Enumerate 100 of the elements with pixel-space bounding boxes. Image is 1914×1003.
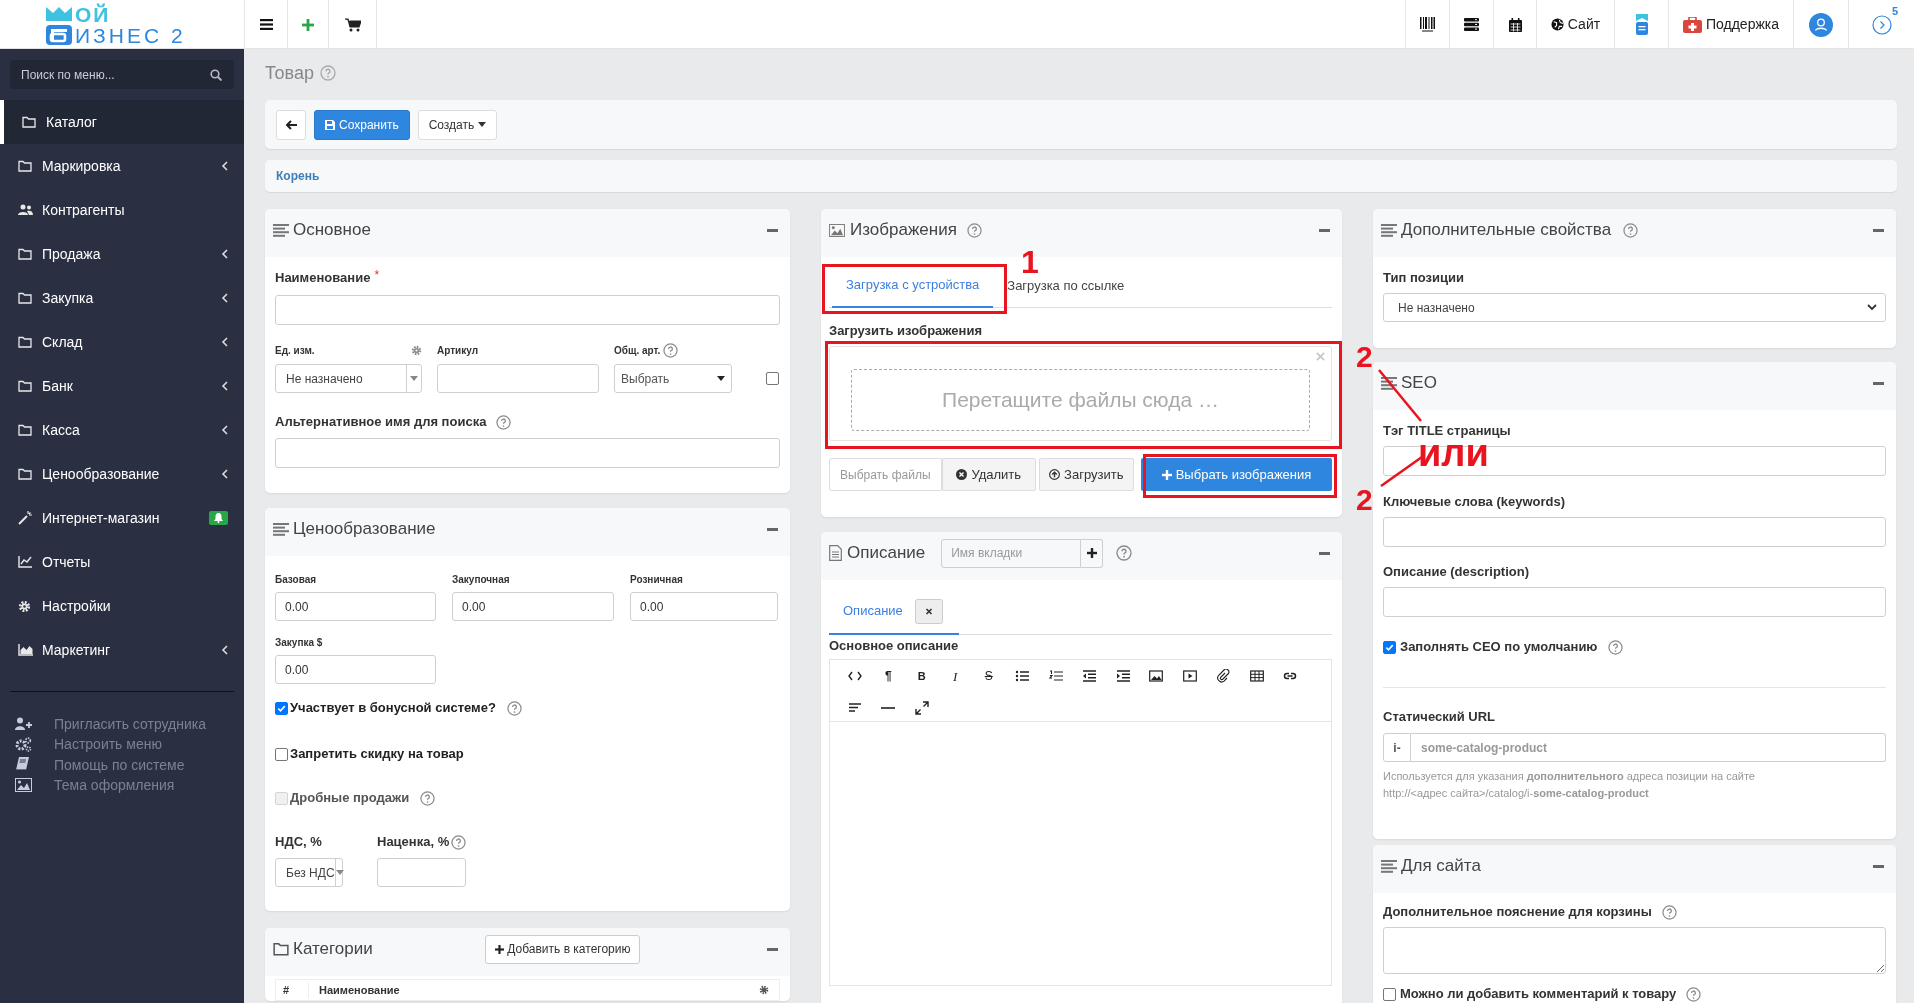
text-editor[interactable]: ¶ B I S xyxy=(829,659,1332,986)
help-icon[interactable] xyxy=(1661,904,1677,920)
bullet-list-icon[interactable] xyxy=(1015,669,1030,683)
help-icon[interactable] xyxy=(506,700,522,716)
cart-button[interactable] xyxy=(328,0,377,49)
help-icon[interactable] xyxy=(1623,222,1639,238)
add-tab-button[interactable] xyxy=(1081,538,1104,568)
barcode-icon xyxy=(1420,17,1435,32)
input-field[interactable] xyxy=(1383,517,1886,547)
input-field[interactable] xyxy=(437,364,599,393)
unit-dropdown[interactable]: Не назначено xyxy=(275,364,422,393)
paperclip-icon[interactable] xyxy=(1216,669,1231,683)
tab-name-field[interactable]: Имя вкладки xyxy=(941,538,1082,568)
image-icon[interactable] xyxy=(1149,669,1164,683)
help-icon[interactable] xyxy=(1686,986,1702,1002)
create-button[interactable]: Создать xyxy=(417,109,498,140)
help-icon[interactable] xyxy=(420,790,436,806)
url-prefix: i- xyxy=(1383,733,1411,762)
indent-icon[interactable] xyxy=(1115,669,1130,683)
checkbox[interactable] xyxy=(1383,987,1396,1001)
add-category-button[interactable]: Добавить в категорию xyxy=(485,934,641,964)
field-label: Тип позиции xyxy=(1383,269,1464,288)
sidebar-item[interactable]: Интернет-магазин xyxy=(0,496,244,540)
code-icon[interactable] xyxy=(847,669,862,683)
sidebar-item[interactable]: Касса xyxy=(0,408,244,452)
column-header: # xyxy=(282,982,291,998)
sidebar-item[interactable]: Склад xyxy=(0,320,244,364)
sidebar-item[interactable]: Настройки xyxy=(0,584,244,628)
folder-icon xyxy=(22,116,36,128)
vat-dropdown[interactable]: Без НДС xyxy=(275,858,343,887)
site-link[interactable]: Сайт xyxy=(1536,0,1614,49)
support-link[interactable]: Поддержка xyxy=(1668,0,1793,49)
sidebar-item[interactable]: Маркетинг xyxy=(0,628,244,672)
checkbox[interactable] xyxy=(275,701,288,715)
close-tab-icon[interactable] xyxy=(914,598,943,624)
input-field[interactable]: 0.00 xyxy=(275,592,436,621)
common-sku-dropdown[interactable]: Выбрать xyxy=(614,364,732,393)
input-field[interactable] xyxy=(275,295,780,325)
tab[interactable]: Загрузка с устройства xyxy=(832,264,994,308)
fullscreen-icon[interactable] xyxy=(914,701,929,715)
checkbox[interactable] xyxy=(766,372,779,385)
cart-note-field[interactable] xyxy=(1383,927,1886,974)
search-icon xyxy=(210,69,222,81)
input-field[interactable]: 0.00 xyxy=(630,592,778,621)
input-field[interactable] xyxy=(1383,446,1886,476)
url-field[interactable]: some-catalog-product xyxy=(1411,733,1886,762)
sidebar-item[interactable]: Банк xyxy=(0,364,244,408)
input-field[interactable] xyxy=(1383,587,1886,617)
tab[interactable]: Описание xyxy=(843,601,903,621)
input-field[interactable]: 0.00 xyxy=(275,655,436,684)
input-field[interactable] xyxy=(275,438,780,468)
sidebar-item[interactable]: Маркировка xyxy=(0,144,244,188)
format-button[interactable]: I xyxy=(953,669,958,683)
sidebar-item[interactable]: Контрагенты xyxy=(0,188,244,232)
field-label: Описание (description) xyxy=(1383,563,1529,582)
menu-icon xyxy=(259,19,273,30)
format-button[interactable]: ¶ xyxy=(884,670,892,682)
breadcrumb-link[interactable]: Корень xyxy=(276,167,320,185)
gear-icon[interactable] xyxy=(759,985,769,995)
panel-title: Ценообразование xyxy=(293,518,436,541)
format-button[interactable]: S xyxy=(984,670,993,682)
field-label: Общ. арт. xyxy=(614,343,661,358)
help-icon[interactable] xyxy=(1608,639,1624,655)
help-icon[interactable] xyxy=(966,222,982,238)
folder-icon xyxy=(18,424,32,436)
field-label: Артикул xyxy=(437,343,479,358)
help-icon[interactable] xyxy=(663,342,679,358)
outdent-icon[interactable] xyxy=(1082,669,1097,683)
upload-button[interactable]: Загрузить xyxy=(1038,458,1134,491)
delete-button[interactable]: Удалить xyxy=(942,458,1036,491)
input-field[interactable]: 0.00 xyxy=(452,592,614,621)
save-button[interactable]: Сохранить xyxy=(314,109,410,140)
align-left-icon[interactable] xyxy=(847,701,862,715)
menu-search-field[interactable]: Поиск по меню... xyxy=(10,60,234,89)
folder-icon xyxy=(18,160,32,172)
sidebar-item[interactable]: Ценообразование xyxy=(0,452,244,496)
notifications-button[interactable]: 5 xyxy=(1848,0,1914,49)
sidebar-item[interactable]: Продажа xyxy=(0,232,244,276)
format-button[interactable]: B xyxy=(917,670,926,682)
help-icon[interactable] xyxy=(451,834,467,850)
plus-icon xyxy=(302,18,314,31)
file-field[interactable]: Выбрать файлы xyxy=(829,458,942,491)
position-type-dropdown[interactable]: Не назначено xyxy=(1383,293,1886,322)
chevron-down-icon xyxy=(1867,304,1877,311)
list-icon xyxy=(273,223,289,237)
help-icon[interactable] xyxy=(496,414,512,430)
back-button[interactable] xyxy=(276,109,306,140)
numbered-list-icon[interactable] xyxy=(1048,669,1063,683)
gear-icon[interactable] xyxy=(411,344,422,356)
checkbox[interactable] xyxy=(275,747,288,761)
sidebar-item[interactable]: Каталог xyxy=(0,100,244,144)
field-label: Ключевые слова (keywords) xyxy=(1383,493,1566,512)
help-icon[interactable] xyxy=(1116,545,1133,561)
table-icon[interactable] xyxy=(1249,669,1264,683)
sidebar-item[interactable]: Закупка xyxy=(0,276,244,320)
input-field[interactable] xyxy=(377,858,466,887)
video-icon[interactable] xyxy=(1182,669,1197,683)
sidebar-item[interactable]: Отчеты xyxy=(0,540,244,584)
checkbox[interactable] xyxy=(1383,640,1396,654)
select-images-button[interactable]: Выбрать изображения xyxy=(1141,458,1332,491)
